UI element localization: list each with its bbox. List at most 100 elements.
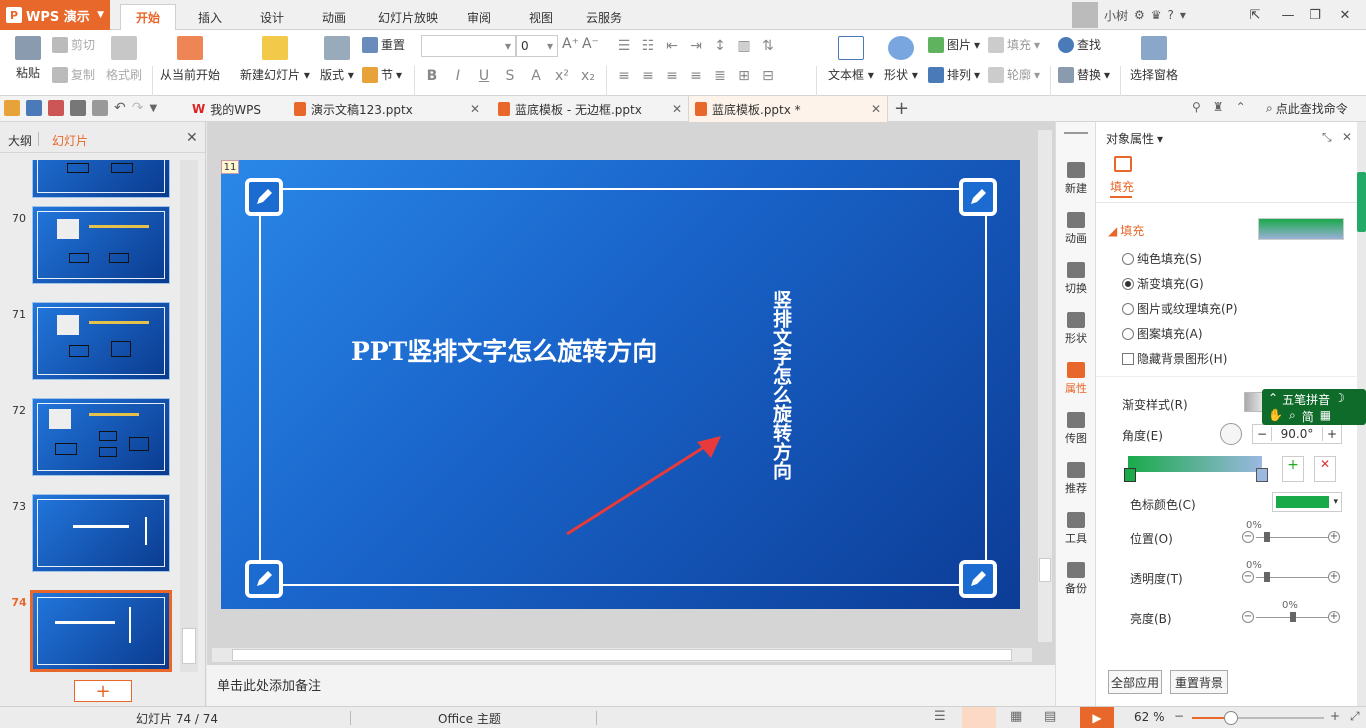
- collapse-icon[interactable]: ⤡: [1322, 130, 1332, 145]
- hand-icon[interactable]: ✋: [1268, 408, 1283, 425]
- side-tool-upload-picture[interactable]: 传图: [1056, 412, 1096, 446]
- command-search[interactable]: ⌕ 点此查找命令: [1266, 100, 1348, 117]
- gradient-stop-end[interactable]: [1256, 468, 1268, 482]
- increment-icon[interactable]: +: [1328, 611, 1340, 623]
- settings-icon[interactable]: ⚙: [1134, 8, 1145, 22]
- slide-title[interactable]: PPT竖排文字怎么旋转方向: [351, 332, 701, 368]
- close-button[interactable]: ✕: [1332, 3, 1358, 27]
- close-tab-icon[interactable]: ✕: [871, 102, 881, 116]
- radio-pattern-fill[interactable]: 图案填充(A): [1122, 325, 1203, 342]
- grow-font-icon[interactable]: A⁺: [562, 36, 579, 52]
- zoom-out-icon[interactable]: −: [1174, 709, 1184, 723]
- ime-toolbar[interactable]: ⌃ 五笔拼音 ☽ ✋ ⌕ 简 ▦: [1262, 389, 1366, 425]
- justify-icon[interactable]: ≡: [686, 66, 706, 86]
- tab-slides[interactable]: 幻灯片: [52, 132, 88, 149]
- restore-mode-icon[interactable]: ⇱: [1242, 3, 1268, 27]
- doc-tab-blue-template[interactable]: 蓝底模板.pptx * ✕: [688, 96, 888, 122]
- side-tool-shape[interactable]: 形状: [1056, 312, 1096, 346]
- moon-icon[interactable]: ☽: [1334, 391, 1345, 408]
- redo-icon[interactable]: ↷: [132, 100, 144, 116]
- text-direction-icon[interactable]: ⇅: [758, 36, 778, 56]
- picture-button[interactable]: 图片 ▾: [928, 36, 980, 53]
- tab-insert[interactable]: 插入: [184, 4, 236, 30]
- tab-outline[interactable]: 大纲: [8, 132, 32, 149]
- numbering-icon[interactable]: ☷: [638, 36, 658, 56]
- properties-header[interactable]: 对象属性 ▾: [1106, 130, 1163, 147]
- close-icon[interactable]: ✕: [1342, 130, 1352, 144]
- notes-toggle-icon[interactable]: ☰: [934, 709, 946, 724]
- font-family-select[interactable]: ▾: [421, 35, 516, 57]
- decrement-icon[interactable]: −: [1253, 427, 1271, 441]
- bullets-icon[interactable]: ☰: [614, 36, 634, 56]
- side-tool-new[interactable]: 新建: [1056, 162, 1096, 196]
- zoom-slider-thumb[interactable]: [1224, 711, 1238, 725]
- close-panel-icon[interactable]: ✕: [186, 130, 198, 146]
- tab-view[interactable]: 视图: [518, 4, 564, 30]
- slide-thumbnail-70[interactable]: [32, 206, 170, 284]
- doc-tab-mywps[interactable]: W 我的WPS: [186, 96, 282, 122]
- app-menu-button[interactable]: P WPS 演示 ▼: [0, 0, 110, 30]
- selection-pane-button[interactable]: 选择窗格: [1130, 36, 1178, 83]
- doc-tab-presentation123[interactable]: 演示文稿123.pptx ✕: [288, 96, 486, 122]
- decrement-icon[interactable]: −: [1242, 611, 1254, 623]
- strikethrough-icon[interactable]: S: [500, 66, 520, 86]
- distribute-icon[interactable]: ≣: [710, 66, 730, 86]
- close-tab-icon[interactable]: ✕: [672, 102, 682, 116]
- slider-thumb[interactable]: [1290, 612, 1296, 622]
- chevron-down-icon[interactable]: ▼: [149, 103, 157, 114]
- zoom-level[interactable]: 62 %: [1134, 710, 1165, 724]
- zoom-in-icon[interactable]: +: [1330, 709, 1340, 723]
- notes-pane[interactable]: 单击此处添加备注: [207, 664, 1055, 706]
- panel-edge-handle[interactable]: [1357, 172, 1366, 232]
- slide-thumbnail-74[interactable]: [30, 590, 172, 672]
- font-color-icon[interactable]: A: [526, 66, 546, 86]
- print-preview-icon[interactable]: [92, 100, 108, 116]
- columns-icon[interactable]: ▥: [734, 36, 754, 56]
- play-from-current-button[interactable]: 从当前开始: [160, 36, 220, 83]
- outdent-icon[interactable]: ⇤: [662, 36, 682, 56]
- tab-slideshow[interactable]: 幻灯片放映: [370, 4, 446, 30]
- slide-thumbnail-72[interactable]: [32, 398, 170, 476]
- print-icon[interactable]: [70, 100, 86, 116]
- add-slide-button[interactable]: +: [74, 680, 132, 702]
- chevron-down-icon[interactable]: ▾: [1180, 8, 1186, 22]
- arrange-button[interactable]: 排列 ▾: [928, 66, 980, 83]
- horizontal-scrollbar[interactable]: [212, 648, 1032, 662]
- reset-background-button[interactable]: 重置背景: [1170, 670, 1228, 694]
- help-icon[interactable]: ?: [1168, 8, 1174, 22]
- align-left-icon[interactable]: ≡: [614, 66, 634, 86]
- maximize-button[interactable]: ❐: [1302, 3, 1328, 27]
- tab-home[interactable]: 开始: [120, 4, 176, 30]
- textbox-button[interactable]: 文本框 ▾: [828, 36, 874, 83]
- fit-window-icon[interactable]: ⤢: [1350, 709, 1360, 724]
- superscript-icon[interactable]: x²: [552, 66, 572, 86]
- remove-stop-icon[interactable]: ✕: [1314, 456, 1336, 482]
- thumbnail-list[interactable]: 70 71 72 73 74: [0, 160, 178, 672]
- underline-icon[interactable]: U: [474, 66, 494, 86]
- slide-thumbnail-71[interactable]: [32, 302, 170, 380]
- pin-icon[interactable]: ⚲: [1192, 100, 1201, 114]
- ime-arrow-icon[interactable]: ⌃: [1268, 391, 1278, 408]
- tab-design[interactable]: 设计: [246, 4, 298, 30]
- angle-dial[interactable]: [1220, 423, 1242, 445]
- slider-thumb[interactable]: [1264, 532, 1270, 542]
- slide-thumbnail-73[interactable]: [32, 494, 170, 572]
- side-tool-recommend[interactable]: 推荐: [1056, 462, 1096, 496]
- side-tool-tools[interactable]: 工具: [1056, 512, 1096, 546]
- minimize-button[interactable]: —: [1275, 3, 1301, 27]
- close-tab-icon[interactable]: ✕: [470, 102, 480, 116]
- radio-gradient-fill[interactable]: 渐变填充(G): [1122, 275, 1204, 292]
- font-size-select[interactable]: 0 ▾: [516, 35, 558, 57]
- ime-mode[interactable]: 简: [1302, 408, 1314, 425]
- tab-cloud[interactable]: 云服务: [578, 4, 630, 30]
- cut-button[interactable]: 剪切: [52, 36, 95, 53]
- increment-icon[interactable]: +: [1328, 531, 1340, 543]
- keyboard-icon[interactable]: ▦: [1320, 408, 1331, 425]
- fill-section-header[interactable]: ◢ 填充: [1108, 222, 1144, 239]
- increment-icon[interactable]: +: [1323, 427, 1341, 441]
- sorter-view-icon[interactable]: ▦: [1010, 709, 1022, 724]
- line-spacing-icon[interactable]: ↕: [710, 36, 730, 56]
- slide-canvas[interactable]: 11 PPT竖排文字怎么旋转方向 竖排文字怎么旋转方向: [221, 160, 1020, 609]
- decrement-icon[interactable]: −: [1242, 571, 1254, 583]
- export-pdf-icon[interactable]: [48, 100, 64, 116]
